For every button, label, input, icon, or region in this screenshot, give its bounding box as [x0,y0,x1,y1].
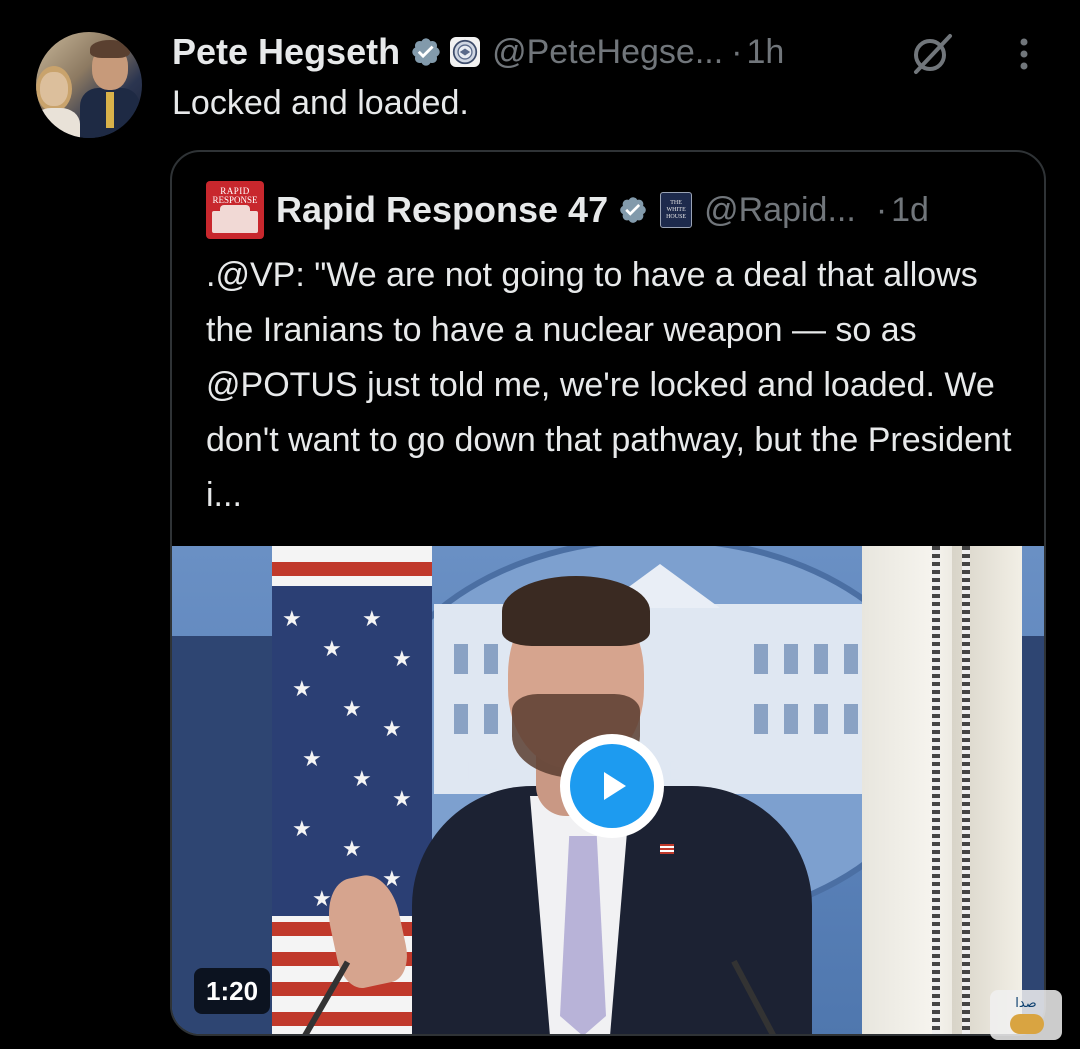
flag-star: ★ [362,606,382,631]
flag-canton: ★ ★ ★ ★ ★ ★ ★ ★ ★ ★ ★ ★ ★ ★ [272,586,432,916]
department-of-defense-seal-icon [450,37,481,67]
watermark-disc [1010,1014,1044,1034]
window [484,704,498,734]
affiliation-line1: THE [670,199,682,206]
window [844,644,858,674]
flag-fringe [932,546,940,1034]
flag-star: ★ [392,786,412,811]
header-separator: · [731,32,743,71]
tweet[interactable]: Pete Hegseth @PeteHegse... · 1h Locked a… [0,0,1080,1049]
post-time[interactable]: 1h [746,33,784,72]
window [784,704,798,734]
flag-fringe [962,546,970,1034]
verified-badge-icon [410,36,442,68]
flag-star: ★ [322,636,342,661]
more-options-icon[interactable] [1010,34,1038,74]
speaker-hair [502,576,650,646]
flag-star: ★ [342,696,362,721]
flag-star: ★ [302,746,322,771]
flag-star: ★ [382,716,402,741]
window [754,644,768,674]
quoted-header-separator: · [875,190,888,229]
flag-star: ★ [292,676,312,701]
window [784,644,798,674]
play-icon [604,772,626,800]
window [814,704,828,734]
window [844,704,858,734]
verified-badge-icon [618,195,648,225]
avatar-person-face [40,72,68,106]
affiliation-line3: HOUSE [666,213,687,220]
rapid-response-logo[interactable]: RAPID RESPONSE [206,181,264,239]
watermark-text: صدا [1015,996,1037,1011]
window [814,644,828,674]
tweet-text: Locked and loaded. [172,84,469,122]
avatar[interactable] [36,32,142,138]
grok-icon[interactable] [908,30,956,78]
flag-star: ★ [282,606,302,631]
window [454,704,468,734]
flag-star: ★ [342,836,362,861]
video-duration-badge: 1:20 [194,968,271,1014]
flag-star: ★ [392,646,412,671]
quoted-tweet-header: RAPID RESPONSE Rapid Response 47 THE WHI… [206,181,929,239]
affiliation-line2: WHITE [666,206,686,213]
logo-building [212,205,258,233]
play-button-circle [570,744,654,828]
window [454,644,468,674]
video-player[interactable]: TH TE HOUSE ★ ★ ★ ★ ★ ★ ★ ★ ★ ★ ★ ★ ★ ★ [172,546,1044,1034]
quoted-tweet-card[interactable]: RAPID RESPONSE Rapid Response 47 THE WHI… [170,150,1046,1036]
avatar-person-body [36,108,80,138]
window [754,704,768,734]
quoted-post-time[interactable]: 1d [891,191,929,230]
watermark-logo: صدا [990,990,1062,1040]
second-flag [952,546,1022,1034]
quoted-tweet-text: .@VP: "We are not going to have a deal t… [206,256,1012,514]
avatar-tie [106,92,114,128]
white-house-affiliation-icon: THE WHITE HOUSE [660,192,693,228]
flag-star: ★ [292,816,312,841]
tweet-header: Pete Hegseth @PeteHegse... · 1h [172,30,784,74]
quoted-author-handle[interactable]: @Rapid... [704,191,856,230]
logo-line2: RESPONSE [212,195,258,205]
flag-star: ★ [352,766,372,791]
author-name[interactable]: Pete Hegseth [172,31,400,73]
flag-lapel-pin [660,844,674,854]
avatar-main-hair [90,40,130,58]
play-button[interactable] [560,734,664,838]
window [484,644,498,674]
quoted-author-name[interactable]: Rapid Response 47 [276,189,608,231]
author-handle[interactable]: @PeteHegse... [492,33,723,72]
